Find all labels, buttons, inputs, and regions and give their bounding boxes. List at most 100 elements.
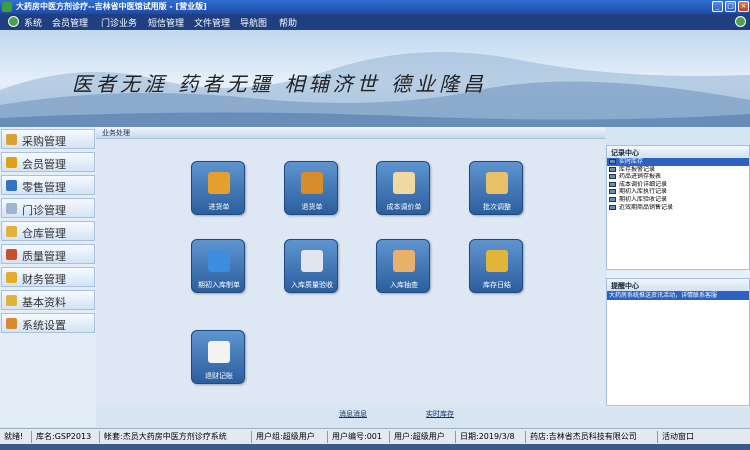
quality-icon (6, 249, 17, 260)
tile-label: 进货单 (208, 203, 230, 211)
finance-icon (6, 272, 17, 283)
taskbar-strip (0, 444, 750, 450)
status-bar: 就绪! 库名:GSP2013 帐套:杰员大药房中医方剂诊疗系统 用户组:超级用户… (0, 428, 750, 444)
banner: 医者无涯 药者无疆 相辅济世 德业隆昌 (0, 30, 750, 127)
clinic-icon (6, 203, 17, 214)
record-icon (609, 181, 616, 187)
banner-slogan: 医者无涯 药者无疆 相辅济世 德业隆昌 (72, 72, 488, 96)
window-title: 大药房中医方剂诊疗--吉林省中医馆试用版 - [营业版] (16, 2, 207, 11)
sidebar-item-label: 会员管理 (22, 158, 66, 171)
tile-label: 批次调整 (483, 203, 511, 211)
status-db: 库名:GSP2013 (34, 431, 100, 443)
tile-cost-adjust[interactable]: 成本调价单 (376, 161, 430, 215)
initial-stock-icon (208, 250, 230, 272)
record-item[interactable]: 期初入库验收记录 (607, 196, 749, 204)
tile-label: 入库抽查 (390, 281, 418, 289)
record-icon (609, 159, 616, 164)
tile-purchase-order[interactable]: 进货单 (191, 161, 245, 215)
tile-initial-stock[interactable]: 期初入库制单 (191, 239, 245, 293)
cost-adjust-icon (393, 172, 415, 194)
tile-daily-close[interactable]: 库存日结 (469, 239, 523, 293)
reminder-center-title: 提醒中心 (607, 279, 749, 291)
record-icon (609, 189, 616, 195)
tile-label: 期初入库制单 (198, 281, 240, 289)
tile-spot-check[interactable]: 入库抽查 (376, 239, 430, 293)
record-item[interactable]: 成本调价详细记录 (607, 181, 749, 189)
status-ready: 就绪! (2, 431, 32, 443)
sidebar-item-warehouse[interactable]: 仓库管理 (1, 221, 95, 241)
status-user: 用户:超级用户 (392, 431, 456, 443)
sidebar-item-label: 采购管理 (22, 135, 66, 148)
menu-help[interactable]: 帮助 (279, 16, 297, 29)
sidebar-item-label: 质量管理 (22, 250, 66, 263)
sidebar-item-basic-info[interactable]: 基本资料 (1, 290, 95, 310)
quality-check-icon (301, 250, 323, 272)
record-center: 记录中心 实时库存 库存报警记录 药品进销存报表 成本调价详细记录 期初入库执行… (606, 145, 750, 270)
sidebar-item-clinic[interactable]: 门诊管理 (1, 198, 95, 218)
tile-accounting[interactable]: 退财记账 (191, 330, 245, 384)
tile-label: 退货单 (301, 203, 323, 211)
record-item[interactable]: 药品进销存报表 (607, 173, 749, 181)
footer-link-messages[interactable]: 消息消息 (339, 409, 367, 419)
menu-system[interactable]: 系统 (24, 16, 42, 29)
sidebar-item-label: 零售管理 (22, 181, 66, 194)
record-icon (609, 204, 616, 210)
tile-batch-adjust[interactable]: 批次调整 (469, 161, 523, 215)
menu-member[interactable]: 会员管理 (52, 16, 88, 29)
main-panel: 业务处理 进货单 退货单 成本调价单 批次调整 期初入库制单 入库质量验收 入库… (96, 127, 605, 418)
tile-label: 成本调价单 (386, 203, 422, 211)
record-item[interactable]: 实时库存 (607, 158, 749, 166)
right-panel: 记录中心 实时库存 库存报警记录 药品进销存报表 成本调价详细记录 期初入库执行… (606, 145, 750, 407)
batch-adjust-icon (486, 172, 508, 194)
sidebar-item-label: 基本资料 (22, 296, 66, 309)
menu-clinic[interactable]: 门诊业务 (101, 16, 137, 29)
sidebar-item-finance[interactable]: 财务管理 (1, 267, 95, 287)
record-icon (609, 174, 616, 180)
status-active-window[interactable]: 活动窗口 (660, 431, 710, 443)
tile-quality-check[interactable]: 入库质量验收 (284, 239, 338, 293)
close-button[interactable]: × (738, 1, 749, 12)
menu-bar: 系统 会员管理 门诊业务 短信管理 文件管理 导航图 帮助 (0, 14, 750, 30)
menu-sms[interactable]: 短信管理 (148, 16, 184, 29)
sidebar-item-purchase[interactable]: 采购管理 (1, 129, 95, 149)
reminder-item[interactable]: 大药房系统推送资讯活动，详情联系客服 (607, 291, 749, 300)
app-icon (2, 2, 12, 12)
status-account: 帐套:杰员大药房中医方剂诊疗系统 (102, 431, 252, 443)
sidebar-item-member[interactable]: 会员管理 (1, 152, 95, 172)
maximize-button[interactable]: □ (725, 1, 736, 12)
record-item[interactable]: 期初入库执行记录 (607, 188, 749, 196)
menu-close-icon[interactable] (735, 16, 746, 27)
spot-check-icon (393, 250, 415, 272)
return-order-icon (301, 172, 323, 194)
sidebar-item-label: 系统设置 (22, 319, 66, 332)
menu-file[interactable]: 文件管理 (194, 16, 230, 29)
warehouse-icon (6, 226, 17, 237)
record-icon (609, 166, 616, 172)
tile-label: 库存日结 (483, 281, 511, 289)
daily-close-icon (486, 250, 508, 272)
sidebar-item-retail[interactable]: 零售管理 (1, 175, 95, 195)
sidebar-item-label: 仓库管理 (22, 227, 66, 240)
status-store: 药店:吉林省杰员科技有限公司 (528, 431, 658, 443)
status-user-id: 用户编号:001 (330, 431, 390, 443)
sidebar: 采购管理 会员管理 零售管理 门诊管理 仓库管理 质量管理 财务管理 基本资料 … (0, 127, 96, 427)
menu-navigation[interactable]: 导航图 (240, 16, 267, 29)
title-bar: 大药房中医方剂诊疗--吉林省中医馆试用版 - [营业版] _ □ × (0, 0, 750, 14)
record-item[interactable]: 近效期商品销售记录 (607, 204, 749, 212)
purchase-order-icon (208, 172, 230, 194)
status-date: 日期:2019/3/8 (458, 431, 526, 443)
record-item[interactable]: 库存报警记录 (607, 166, 749, 174)
footer-link-inventory[interactable]: 实时库存 (426, 409, 454, 419)
app-menu-icon[interactable] (8, 16, 19, 27)
record-icon (609, 196, 616, 202)
main-header: 业务处理 (96, 127, 605, 139)
tile-label: 退财记账 (205, 372, 233, 380)
sidebar-item-quality[interactable]: 质量管理 (1, 244, 95, 264)
reminder-center: 提醒中心 大药房系统推送资讯活动，详情联系客服 (606, 278, 750, 406)
minimize-button[interactable]: _ (712, 1, 723, 12)
retail-icon (6, 180, 17, 191)
status-user-group: 用户组:超级用户 (254, 431, 328, 443)
sidebar-item-settings[interactable]: 系统设置 (1, 313, 95, 333)
tile-return-order[interactable]: 退货单 (284, 161, 338, 215)
sidebar-item-label: 门诊管理 (22, 204, 66, 217)
